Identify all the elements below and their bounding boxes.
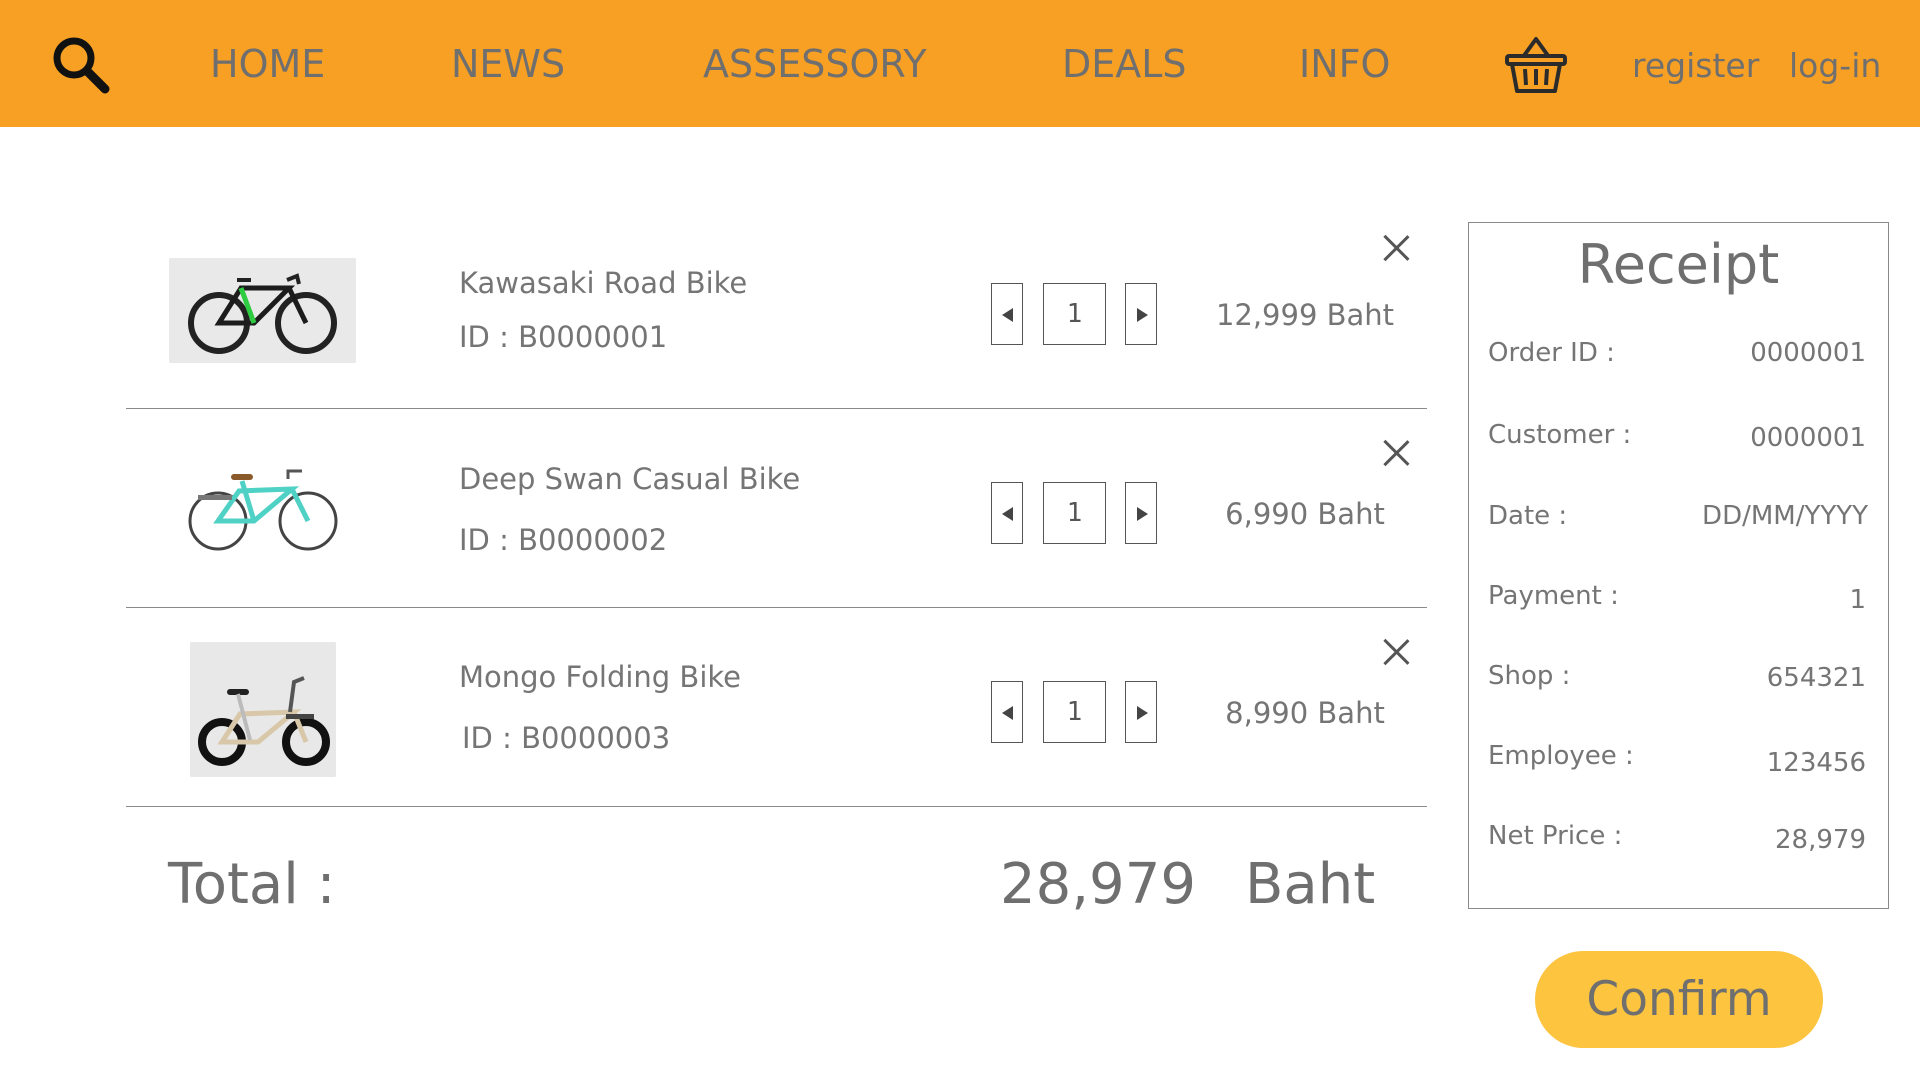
confirm-button[interactable]: Confirm <box>1535 951 1823 1048</box>
item-id: ID : B0000002 <box>459 523 668 557</box>
nav-assessory[interactable]: ASSESSORY <box>703 42 927 86</box>
casual-bike-image <box>184 449 342 561</box>
qty-increase-button[interactable] <box>1125 283 1157 345</box>
basket-icon[interactable] <box>1505 35 1567 95</box>
login-link[interactable]: log-in <box>1789 46 1881 85</box>
qty-decrease-button[interactable] <box>991 681 1023 743</box>
nav-info[interactable]: INFO <box>1299 42 1390 86</box>
receipt-value-net-price: 28,979 <box>1775 825 1866 855</box>
receipt-value-order-id: 0000001 <box>1750 338 1866 368</box>
qty-input[interactable]: 1 <box>1043 283 1106 345</box>
search-icon[interactable] <box>50 34 112 96</box>
qty-decrease-button[interactable] <box>991 482 1023 544</box>
receipt-value-date: DD/MM/YYYY <box>1702 501 1868 531</box>
receipt-label-customer: Customer : <box>1488 420 1632 450</box>
item-price: 8,990 Baht <box>1225 696 1385 730</box>
cart-row: Kawasaki Road Bike ID : B0000001 1 12,99… <box>126 210 1427 409</box>
receipt-label-shop: Shop : <box>1488 661 1571 691</box>
receipt-value-payment: 1 <box>1849 585 1866 615</box>
qty-decrease-button[interactable] <box>991 283 1023 345</box>
receipt-title: Receipt <box>1577 233 1780 296</box>
nav-deals[interactable]: DEALS <box>1062 42 1187 86</box>
folding-bike-image <box>190 642 336 777</box>
cart-row: Mongo Folding Bike ID : B0000003 1 8,990… <box>126 608 1427 807</box>
item-name: Mongo Folding Bike <box>459 660 741 694</box>
total-currency: Baht <box>1245 852 1376 917</box>
receipt-label-date: Date : <box>1488 501 1568 531</box>
receipt-label-net-price: Net Price : <box>1488 821 1623 851</box>
receipt-label-payment: Payment : <box>1488 581 1619 611</box>
receipt-label-order-id: Order ID : <box>1488 338 1615 368</box>
remove-item-icon[interactable] <box>1382 234 1410 262</box>
receipt-panel: Receipt Order ID : 0000001 Customer : 00… <box>1468 222 1889 909</box>
nav-news[interactable]: NEWS <box>451 42 565 86</box>
total-value: 28,979 <box>1000 852 1196 917</box>
receipt-value-customer: 0000001 <box>1750 423 1866 453</box>
item-price: 6,990 Baht <box>1225 497 1385 531</box>
item-name: Kawasaki Road Bike <box>459 266 748 300</box>
receipt-value-shop: 654321 <box>1766 663 1866 693</box>
item-price: 12,999 Baht <box>1215 298 1395 332</box>
register-link[interactable]: register <box>1632 46 1759 85</box>
receipt-label-employee: Employee : <box>1488 741 1634 771</box>
qty-increase-button[interactable] <box>1125 681 1157 743</box>
qty-increase-button[interactable] <box>1125 482 1157 544</box>
remove-item-icon[interactable] <box>1382 439 1410 467</box>
receipt-value-employee: 123456 <box>1766 748 1866 778</box>
road-bike-image <box>169 258 356 363</box>
qty-input[interactable]: 1 <box>1043 681 1106 743</box>
remove-item-icon[interactable] <box>1382 638 1410 666</box>
item-id: ID : B0000001 <box>459 320 668 354</box>
cart-row: Deep Swan Casual Bike ID : B0000002 1 6,… <box>126 409 1427 608</box>
total-label: Total : <box>168 852 336 917</box>
qty-input[interactable]: 1 <box>1043 482 1106 544</box>
nav-home[interactable]: HOME <box>210 42 325 86</box>
item-id: ID : B0000003 <box>462 721 671 755</box>
item-name: Deep Swan Casual Bike <box>459 462 801 496</box>
top-nav-bar: HOME NEWS ASSESSORY DEALS INFO register … <box>0 0 1920 127</box>
